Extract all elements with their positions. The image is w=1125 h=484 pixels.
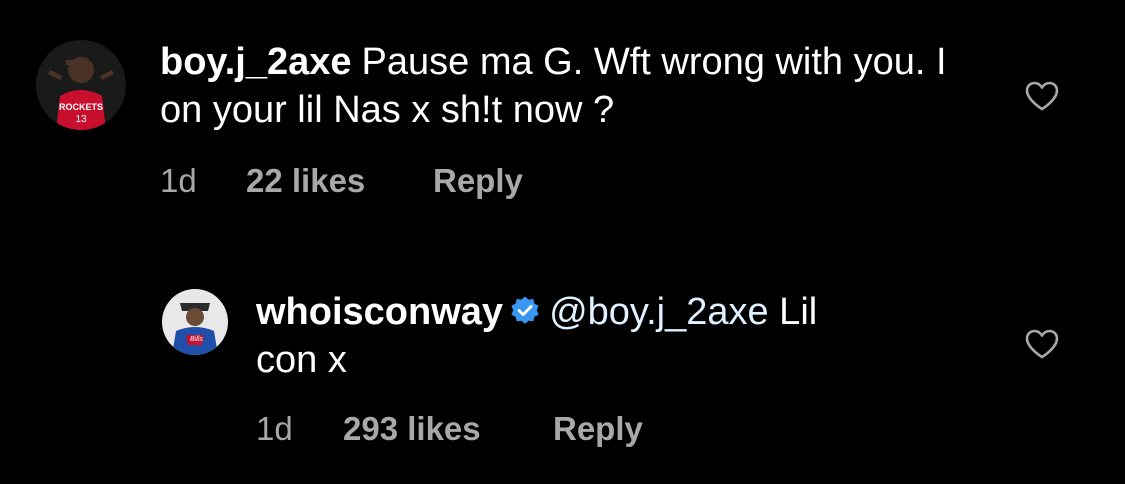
heart-icon[interactable]: [1024, 328, 1060, 360]
comment-item-2: Bills whoisconway @boy.j_2axe Lil con x 1…: [0, 270, 1125, 484]
likes-count[interactable]: 293 likes: [343, 410, 481, 448]
user-mention-link[interactable]: @boy.j_2axe: [549, 291, 769, 333]
svg-text:ROCKETS: ROCKETS: [59, 102, 103, 112]
reply-button[interactable]: Reply: [553, 410, 643, 448]
verified-badge-icon: [511, 296, 539, 324]
svg-text:13: 13: [75, 114, 87, 125]
comment-meta: 1d 22 likes Reply: [160, 162, 760, 202]
comment-body: boy.j_2axe Pause ma G. Wft wrong with you…: [160, 38, 980, 134]
svg-text:Bills: Bills: [190, 336, 203, 343]
comment-text-continued: con x: [256, 339, 347, 381]
comment-meta: 1d 293 likes Reply: [256, 410, 856, 450]
avatar[interactable]: ROCKETS 13: [36, 40, 126, 130]
comment-body: whoisconway @boy.j_2axe Lil con x: [256, 288, 956, 384]
comment-username[interactable]: whoisconway: [256, 291, 503, 333]
reply-button[interactable]: Reply: [433, 162, 523, 200]
heart-icon[interactable]: [1024, 80, 1060, 112]
likes-count[interactable]: 22 likes: [246, 162, 365, 200]
comment-timestamp: 1d: [256, 410, 293, 447]
comment-text: Lil: [768, 291, 818, 333]
comment-item-1: ROCKETS 13 boy.j_2axe Pause ma G. Wft wro…: [0, 0, 1125, 220]
comment-timestamp: 1d: [160, 162, 197, 199]
avatar[interactable]: Bills: [162, 289, 228, 355]
comment-username[interactable]: boy.j_2axe: [160, 41, 352, 83]
